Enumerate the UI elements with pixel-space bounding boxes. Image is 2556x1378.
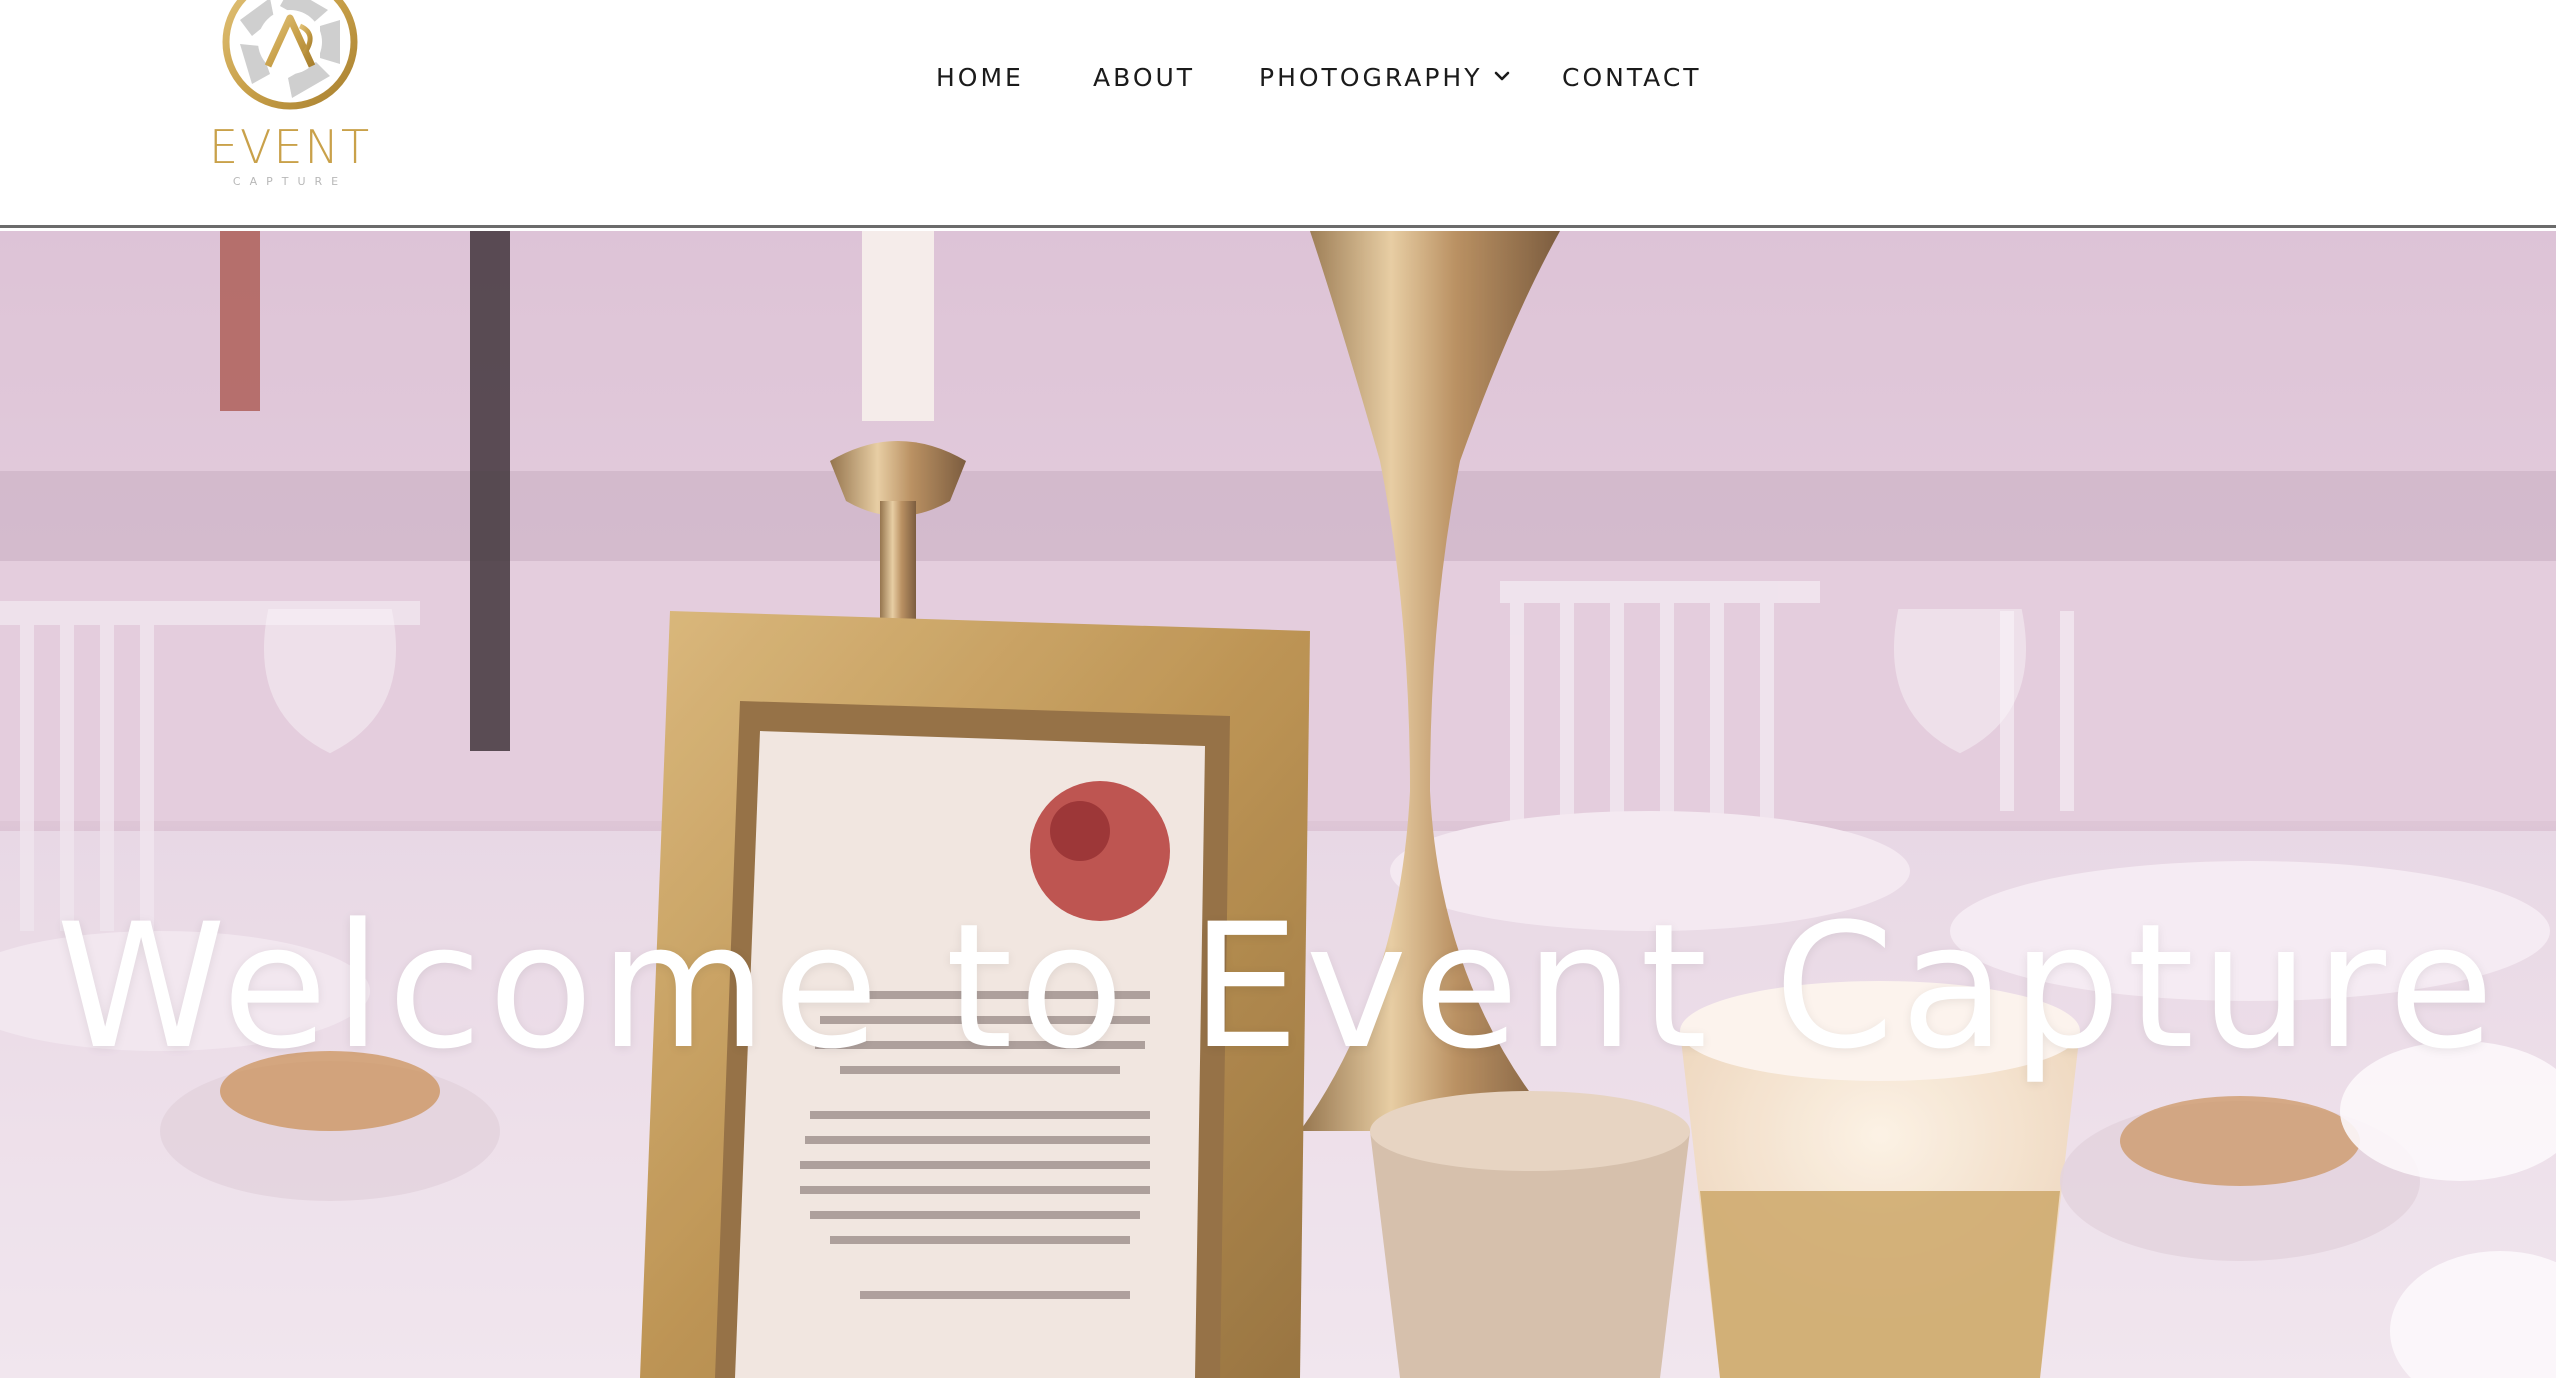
- main-navigation: HOME ABOUT PHOTOGRAPHY CONTACT: [0, 58, 2556, 98]
- chevron-down-icon: [1495, 71, 1510, 81]
- nav-photography-link[interactable]: PHOTOGRAPHY: [1259, 58, 1512, 98]
- hero-title: Welcome to Event Capture: [55, 886, 2501, 1088]
- nav-photography-label: PHOTOGRAPHY: [1259, 63, 1483, 92]
- hero-background-image: [0, 231, 2556, 1378]
- site-header: EVENT CAPTURE HOME ABOUT PHOTOGRAPHY CON…: [0, 0, 2556, 228]
- logo-wordmark: EVENT: [208, 120, 372, 174]
- nav-home-link[interactable]: HOME: [936, 58, 1024, 98]
- nav-contact-link[interactable]: CONTACT: [1562, 58, 1702, 98]
- nav-about-link[interactable]: ABOUT: [1093, 58, 1195, 98]
- logo-subtitle: CAPTURE: [232, 175, 348, 188]
- hero-section: Welcome to Event Capture: [0, 231, 2556, 1378]
